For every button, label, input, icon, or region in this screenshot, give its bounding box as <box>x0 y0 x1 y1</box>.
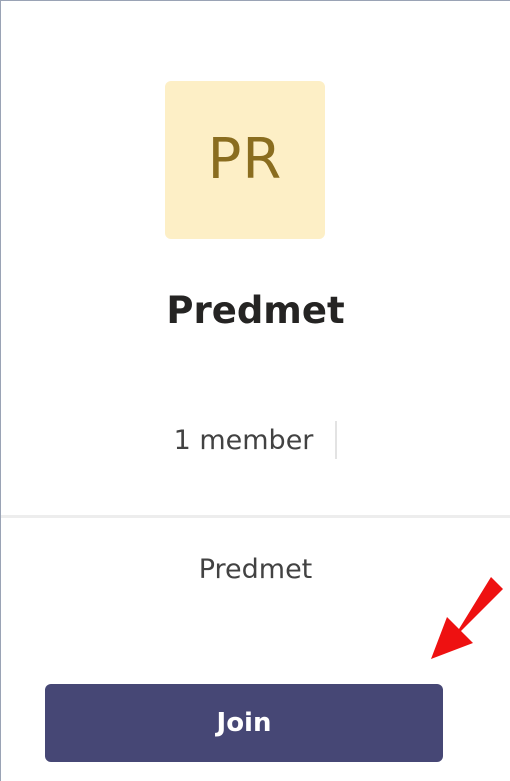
divider <box>1 515 510 518</box>
red-arrow-icon <box>431 577 503 659</box>
members-separator <box>335 421 338 459</box>
member-count: 1 member <box>173 424 314 456</box>
team-avatar: PR <box>165 81 325 239</box>
join-button[interactable]: Join <box>45 684 443 762</box>
team-avatar-initials: PR <box>207 127 283 192</box>
members-row: 1 member <box>1 421 510 459</box>
team-card: PR Predmet 1 member Predmet Join <box>0 0 510 781</box>
team-name: Predmet <box>166 289 345 332</box>
